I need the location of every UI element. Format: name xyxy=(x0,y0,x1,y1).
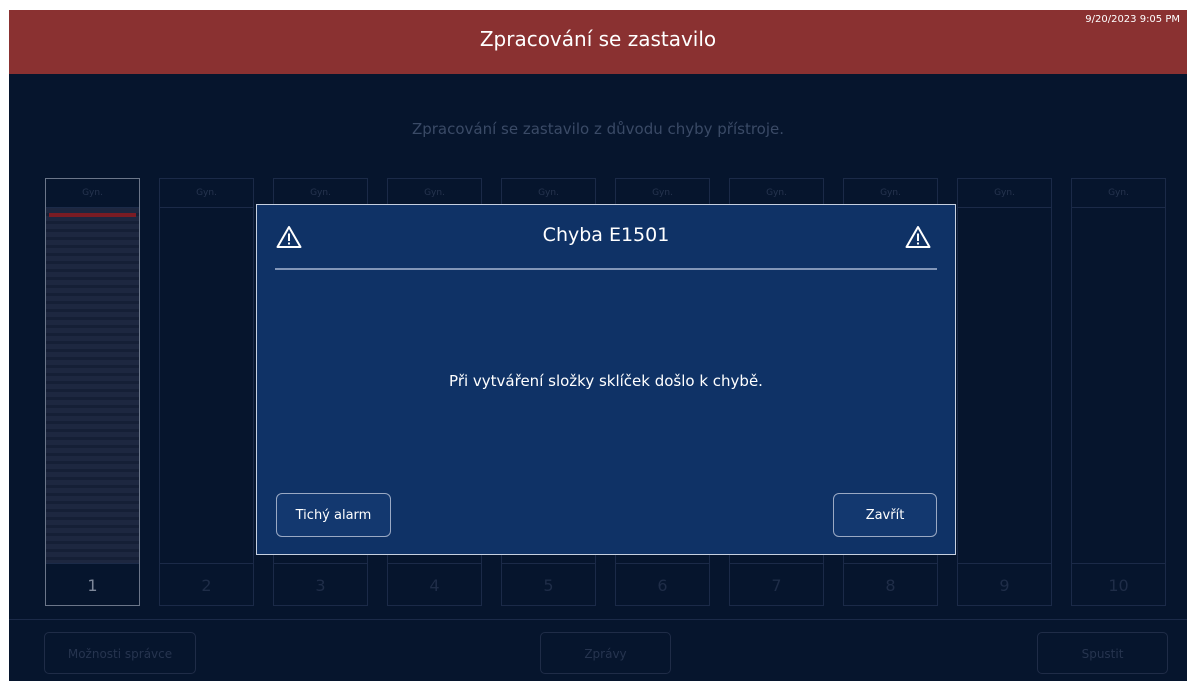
silent-alarm-button[interactable]: Tichý alarm xyxy=(276,493,391,537)
slot-rack xyxy=(46,208,139,563)
slot-number: 4 xyxy=(388,563,481,607)
slot-number: 2 xyxy=(160,563,253,607)
slot-rack xyxy=(160,208,253,563)
slot-10[interactable]: Gyn. 10 xyxy=(1071,178,1166,606)
footer-divider xyxy=(9,619,1187,620)
dialog-divider xyxy=(275,268,937,270)
error-dialog: Chyba E1501 Při vytváření složky sklíček… xyxy=(256,204,956,555)
slot-number: 1 xyxy=(46,563,139,607)
slot-number: 10 xyxy=(1072,563,1165,607)
slot-2[interactable]: Gyn. 2 xyxy=(159,178,254,606)
slot-number: 3 xyxy=(274,563,367,607)
slot-rack xyxy=(958,208,1051,563)
slot-number: 8 xyxy=(844,563,937,607)
slot-label: Gyn. xyxy=(1072,179,1165,208)
header-title: Zpracování se zastavilo xyxy=(479,27,717,51)
slot-label: Gyn. xyxy=(958,179,1051,208)
slot-number: 5 xyxy=(502,563,595,607)
messages-button[interactable]: Zprávy xyxy=(540,632,671,674)
dialog-title: Chyba E1501 xyxy=(542,224,670,246)
slot-9[interactable]: Gyn. 9 xyxy=(957,178,1052,606)
stopped-reason-text: Zpracování se zastavilo z důvodu chyby p… xyxy=(411,120,785,138)
slot-label: Gyn. xyxy=(160,179,253,208)
slot-error-marker xyxy=(49,213,136,217)
slot-number: 7 xyxy=(730,563,823,607)
status-header: Zpracování se zastavilo 9/20/2023 9:05 P… xyxy=(9,10,1187,74)
close-button[interactable]: Zavřít xyxy=(833,493,937,537)
warning-icon xyxy=(905,226,931,248)
header-datetime: 9/20/2023 9:05 PM xyxy=(1085,14,1180,25)
slot-number: 6 xyxy=(616,563,709,607)
slot-number: 9 xyxy=(958,563,1051,607)
start-button[interactable]: Spustit xyxy=(1037,632,1168,674)
slot-rack xyxy=(1072,208,1165,563)
admin-options-button[interactable]: Možnosti správce xyxy=(44,632,196,674)
slot-label: Gyn. xyxy=(46,179,139,208)
slot-1[interactable]: Gyn. 1 xyxy=(45,178,140,606)
error-message: Při vytváření složky sklíček došlo k chy… xyxy=(449,372,763,390)
